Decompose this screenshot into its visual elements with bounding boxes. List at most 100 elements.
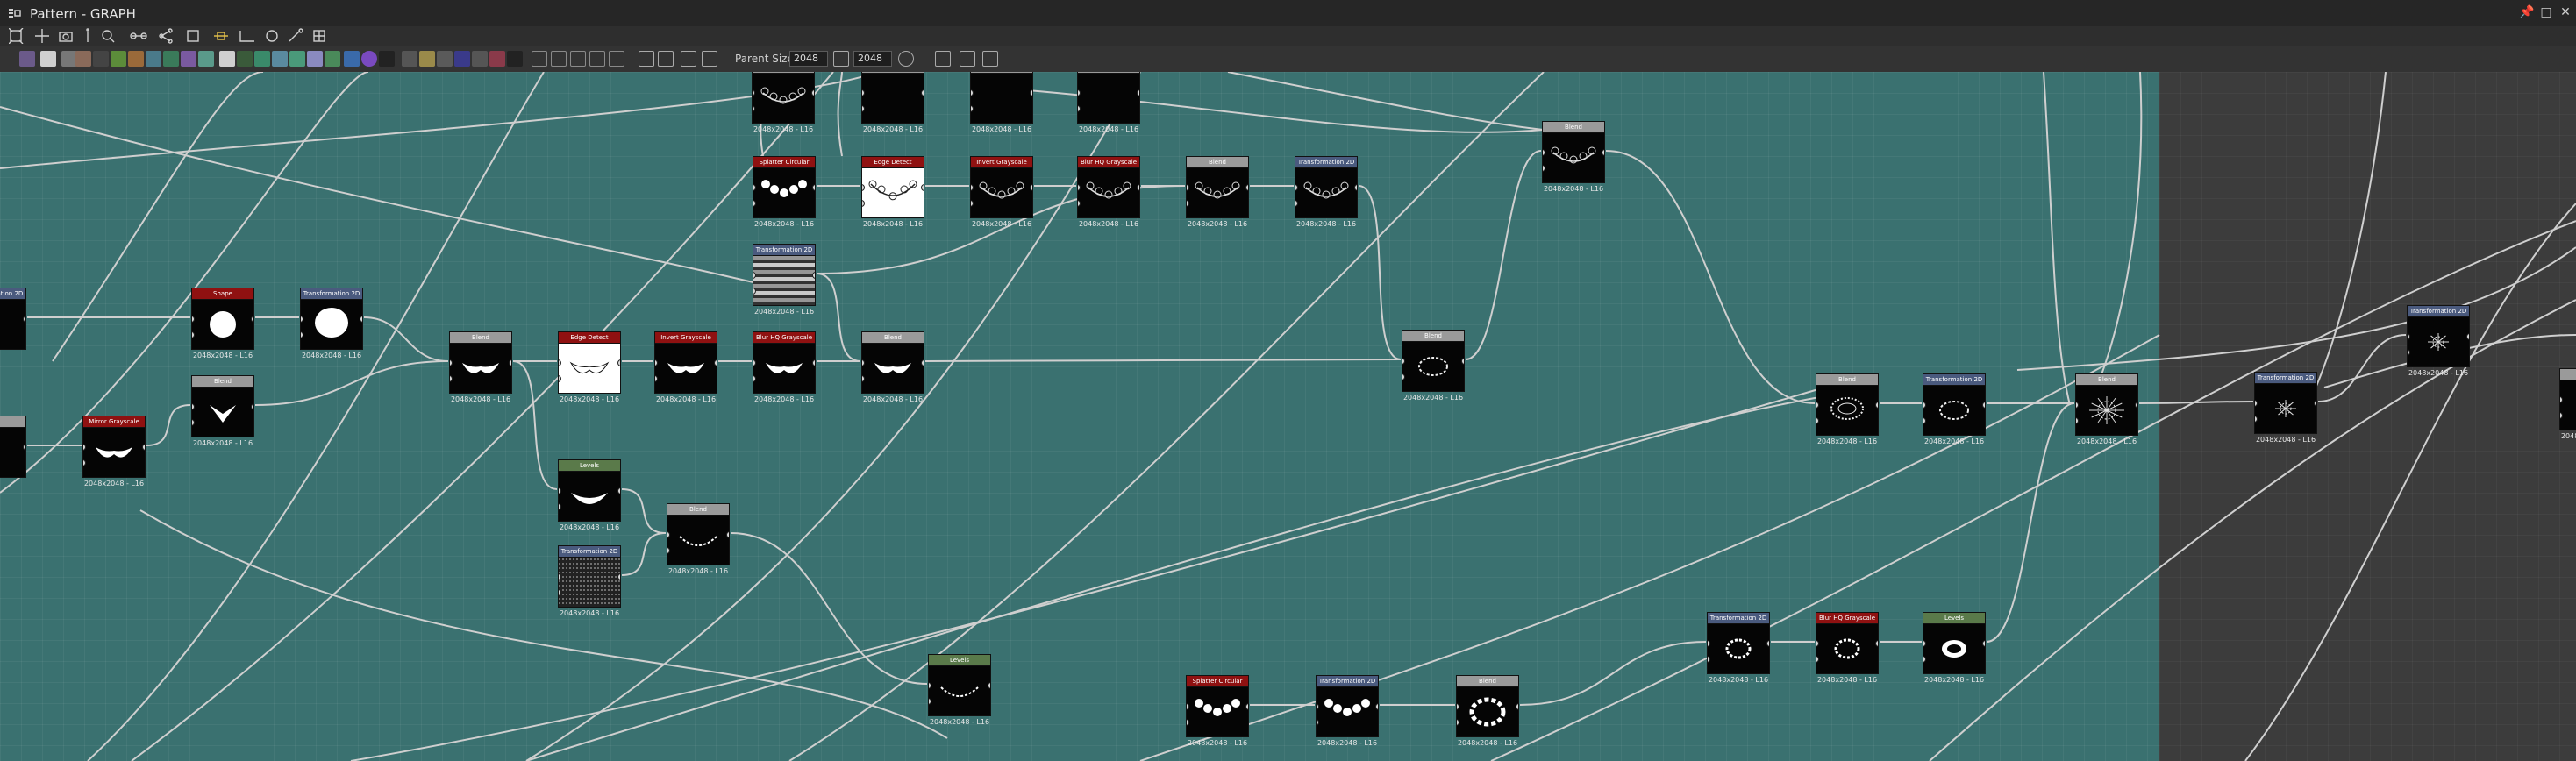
output-port[interactable] bbox=[1245, 703, 1248, 710]
output-port[interactable] bbox=[1030, 89, 1032, 96]
output-port[interactable] bbox=[1982, 402, 1985, 409]
output-port[interactable] bbox=[2135, 402, 2137, 409]
fx-map-icon[interactable] bbox=[402, 51, 417, 67]
output-port[interactable] bbox=[1766, 640, 1769, 647]
graph-node[interactable]: Invert Grayscale 2048x2048 - L16 bbox=[970, 156, 1033, 228]
graph-split-icon[interactable] bbox=[960, 51, 975, 67]
output-port[interactable] bbox=[23, 444, 25, 451]
normal-icon[interactable] bbox=[198, 51, 214, 67]
graph-node[interactable]: Edge Detect 2048x2048 - L16 bbox=[558, 331, 621, 403]
screenshot-icon[interactable] bbox=[59, 32, 73, 42]
graph-node[interactable]: Mirror Grayscale 2048x2048 - L16 bbox=[82, 416, 146, 487]
blur-icon[interactable] bbox=[146, 51, 161, 67]
noise-icon[interactable] bbox=[254, 51, 270, 67]
output-port[interactable] bbox=[921, 89, 924, 96]
text-icon[interactable] bbox=[437, 51, 453, 67]
graph-node[interactable]: 2048x2048 - L16 bbox=[861, 72, 924, 133]
histogram-icon[interactable] bbox=[379, 51, 395, 67]
graph-node[interactable]: Blur HQ Grayscale 2048x2048 - L16 bbox=[753, 331, 816, 403]
output-port[interactable] bbox=[1354, 184, 1357, 191]
graph-node[interactable]: 2048x2048 - L16 bbox=[970, 72, 1033, 133]
graph-node[interactable]: Splatter Circular 2048x2048 - L16 bbox=[1186, 675, 1249, 747]
graph-node[interactable]: Blur HQ Grayscale 2048x2048 - L16 bbox=[1077, 156, 1140, 228]
graph-node[interactable]: Edge Detect 2048x2048 - L16 bbox=[861, 156, 924, 228]
navigation-pin-icon[interactable] bbox=[702, 51, 717, 67]
output-port[interactable] bbox=[812, 184, 815, 191]
bitmap-node-icon[interactable] bbox=[19, 51, 35, 67]
graph-node[interactable]: Transformation 2D 2048x2048 - L16 bbox=[558, 545, 621, 617]
view-mode-3-icon[interactable] bbox=[570, 51, 586, 67]
align-icon[interactable] bbox=[214, 32, 228, 40]
graph-node[interactable]: Blend 2048x2048 - L16 bbox=[861, 331, 924, 403]
frame-node-icon[interactable] bbox=[681, 51, 696, 67]
svg-icon[interactable] bbox=[454, 51, 470, 67]
mask-icon[interactable] bbox=[181, 51, 196, 67]
graph-node[interactable]: Levels 2048x2048 - L16 bbox=[1923, 612, 1986, 684]
graph-node[interactable]: Blend 2048x2048 - L16 bbox=[1186, 156, 1249, 228]
connect-icon[interactable] bbox=[239, 31, 254, 42]
graph-node[interactable]: 2048x2048 - L16 bbox=[752, 72, 815, 133]
graph-node[interactable]: Transformation 2D 2048x2048 - L16 bbox=[1295, 156, 1358, 228]
bevel-icon[interactable] bbox=[289, 51, 305, 67]
graph-node[interactable]: Invert Grayscale 2048x2048 - L16 bbox=[654, 331, 717, 403]
graph-node[interactable]: Transformation 2D 2048x2048 - L16 bbox=[753, 244, 816, 316]
graph-node[interactable] bbox=[0, 416, 26, 480]
parent-size-width-select[interactable]: 2048 bbox=[789, 51, 828, 67]
graph-node[interactable]: Transformation 2D bbox=[0, 288, 26, 352]
info-icon[interactable] bbox=[86, 28, 89, 42]
graph-node[interactable]: Levels 2048x2048 - L16 bbox=[928, 654, 991, 726]
output-port[interactable] bbox=[1982, 640, 1985, 647]
output-port[interactable] bbox=[251, 403, 253, 410]
lock-ratio-icon[interactable] bbox=[833, 51, 849, 67]
graph-menu-icon[interactable] bbox=[9, 8, 21, 18]
output-port[interactable] bbox=[714, 359, 717, 366]
blend-icon[interactable] bbox=[128, 51, 144, 67]
link-icon[interactable] bbox=[130, 32, 147, 39]
output-port[interactable] bbox=[1245, 184, 1248, 191]
graph-canvas[interactable]: 2048x2048 - L16 2048x2048 - L16 2048x2048 … bbox=[0, 72, 2576, 761]
levels-icon[interactable] bbox=[111, 51, 126, 67]
search-icon[interactable] bbox=[102, 30, 115, 43]
output-port[interactable] bbox=[1137, 89, 1139, 96]
sphere-icon[interactable] bbox=[361, 51, 377, 67]
restore-icon[interactable]: □ bbox=[2539, 5, 2553, 19]
output-port[interactable] bbox=[1516, 703, 1518, 710]
graph-node[interactable] bbox=[2559, 368, 2576, 432]
parent-size-height-select[interactable]: 2048 bbox=[853, 51, 892, 67]
graph-node[interactable]: Transformation 2D 2048x2048 - L16 bbox=[1707, 612, 1770, 684]
uniform-color-icon[interactable] bbox=[40, 51, 56, 67]
comment-icon[interactable] bbox=[639, 51, 654, 67]
graph-node[interactable]: Blur HQ Grayscale 2048x2048 - L16 bbox=[1816, 612, 1879, 684]
output-port[interactable] bbox=[251, 316, 253, 323]
output-port[interactable] bbox=[1375, 703, 1378, 710]
hsl-icon[interactable] bbox=[163, 51, 179, 67]
transform-icon[interactable] bbox=[472, 51, 488, 67]
tools-icon[interactable] bbox=[289, 28, 303, 42]
close-icon[interactable]: ✕ bbox=[2558, 5, 2572, 19]
view-mode-4-icon[interactable] bbox=[589, 51, 605, 67]
graph-node[interactable]: Blend 2048x2048 - L16 bbox=[2075, 373, 2138, 445]
graph-node[interactable]: Blend 2048x2048 - L16 bbox=[1816, 373, 1879, 445]
view-mode-5-icon[interactable] bbox=[609, 51, 624, 67]
graph-node[interactable]: Blend 2048x2048 - L16 bbox=[1456, 675, 1519, 747]
output-port[interactable] bbox=[617, 573, 620, 580]
output-port[interactable] bbox=[360, 316, 362, 323]
output-port[interactable] bbox=[142, 444, 145, 451]
graph-node[interactable]: Blend 2048x2048 - L16 bbox=[667, 503, 730, 575]
output-port[interactable] bbox=[2466, 333, 2469, 340]
warp-icon[interactable] bbox=[93, 51, 109, 67]
graph-node[interactable]: Transformation 2D 2048x2048 - L16 bbox=[1316, 675, 1379, 747]
output-port[interactable] bbox=[1875, 640, 1878, 647]
view-mode-1-icon[interactable] bbox=[532, 51, 547, 67]
pixel-processor-icon[interactable] bbox=[419, 51, 435, 67]
output-port[interactable] bbox=[1875, 402, 1878, 409]
refresh-icon[interactable] bbox=[266, 30, 278, 42]
output-icon[interactable] bbox=[507, 51, 523, 67]
warp-2-icon[interactable] bbox=[307, 51, 323, 67]
graph-node[interactable]: Transformation 2D 2048x2048 - L16 bbox=[2407, 305, 2470, 377]
graph-node[interactable]: Levels 2048x2048 - L16 bbox=[558, 459, 621, 531]
distance-icon[interactable] bbox=[325, 51, 340, 67]
flood-fill-icon[interactable] bbox=[344, 51, 360, 67]
output-port[interactable] bbox=[921, 359, 924, 366]
reset-size-icon[interactable] bbox=[898, 51, 914, 67]
